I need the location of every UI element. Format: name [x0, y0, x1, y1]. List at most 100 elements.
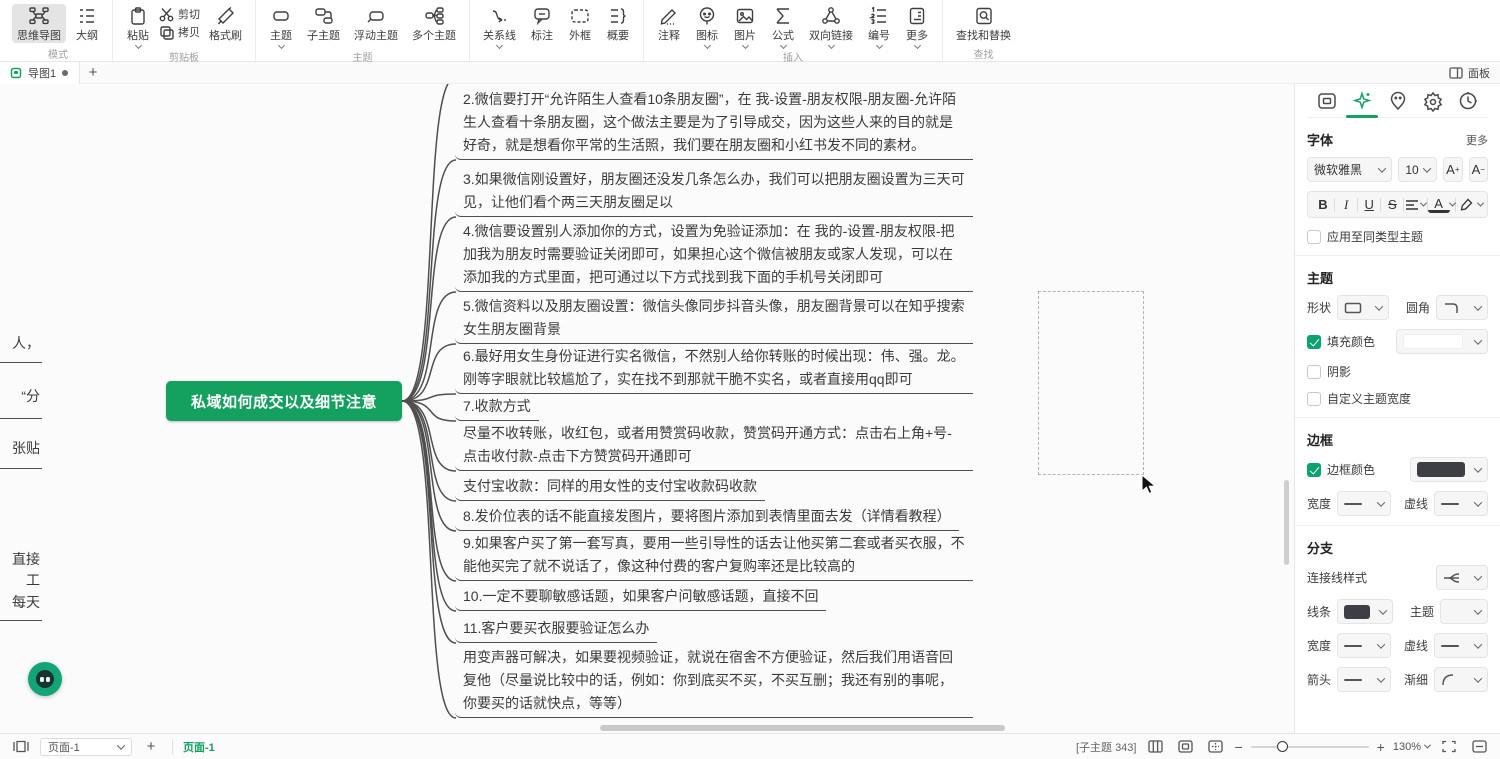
branch-width-select[interactable] [1337, 633, 1391, 658]
mindmap-node[interactable]: 9.如果客户买了第一套写真，要用一些引导性的话去让他买第二套或者买衣服，不能他买… [455, 532, 973, 581]
branch-line-color-select[interactable] [1337, 599, 1393, 624]
font-family-select[interactable]: 微软雅黑 [1307, 157, 1392, 182]
mindmap-node[interactable]: 7.收款方式 [455, 395, 539, 421]
mindmap-node[interactable]: 5.微信资料以及朋友圈设置：微信头像同步抖音头像，朋友圈背景可以在知乎搜索女生朋… [455, 295, 973, 344]
center-map-button[interactable] [1174, 740, 1196, 753]
branch-topic-select[interactable] [1440, 599, 1488, 624]
cut-button[interactable]: 剪切 [159, 6, 200, 22]
pages-overview-button[interactable] [10, 740, 32, 753]
horizontal-scrollbar[interactable] [600, 725, 1005, 731]
mindmap-node[interactable]: 支付宝收款：同样的用女性的支付宝收款码收款 [455, 475, 765, 501]
align-button[interactable] [1405, 194, 1427, 215]
border-color-select[interactable] [1410, 457, 1488, 482]
relationship-button[interactable]: 关系线 [478, 4, 521, 48]
zoom-in-button[interactable]: + [1377, 740, 1385, 754]
border-color-checkbox[interactable] [1307, 463, 1321, 477]
fit-screen-button[interactable] [1204, 740, 1226, 753]
fill-color-select[interactable] [1396, 329, 1488, 354]
bold-button[interactable]: B [1312, 194, 1334, 215]
font-size-select[interactable]: 10 [1398, 157, 1437, 182]
page-select-dropdown[interactable]: 页面-1 [40, 738, 132, 756]
zoom-level-dropdown[interactable]: 130% [1393, 741, 1430, 753]
outline-mode-button[interactable]: 大纲 [70, 4, 104, 43]
italic-button[interactable]: I [1335, 194, 1357, 215]
central-topic-node[interactable]: 私域如何成交以及细节注意 [166, 381, 402, 421]
tab-canvas-style[interactable] [1309, 84, 1344, 118]
vertical-scrollbar[interactable] [1284, 480, 1289, 565]
paste-button[interactable]: 粘贴 [121, 4, 155, 48]
cut-icon [159, 7, 174, 22]
panel-toggle[interactable]: 面板 [1449, 65, 1500, 81]
more-icon [907, 6, 927, 26]
custom-width-checkbox[interactable]: 自定义主题宽度 [1307, 390, 1488, 407]
tab-history[interactable] [1451, 84, 1486, 118]
mindmap-node[interactable]: 尽量不收转账，收红包，或者用赞赏码收款，赞赏码开通方式：点击右上角+号-点击收付… [455, 422, 973, 471]
note-button[interactable]: 注释 [652, 4, 686, 48]
shadow-checkbox[interactable]: 阴影 [1307, 363, 1488, 380]
mindmap-node[interactable]: 4.微信要设置别人添加你的方式，设置为免验证添加：在 我的-设置-朋友权限-把加… [455, 220, 973, 292]
add-page-button[interactable]: + [140, 738, 162, 755]
tab-sticker[interactable] [1415, 84, 1450, 118]
mindmap-node[interactable]: 2.微信要打开“允许陌生人查看10条朋友圈”，在 我-设置-朋友权限-朋友圈-允… [455, 88, 973, 160]
highlight-button[interactable] [1456, 194, 1478, 215]
font-decrease-button[interactable]: A− [1469, 157, 1488, 182]
image-button[interactable]: 图片 [728, 4, 762, 48]
apply-same-type-checkbox[interactable]: 应用至同类型主题 [1307, 228, 1488, 245]
subtopic-button[interactable]: 子主题 [302, 4, 345, 43]
image-icon [735, 6, 755, 26]
zoom-out-button[interactable]: − [1234, 740, 1242, 754]
font-more-link[interactable]: 更多 [1466, 132, 1488, 148]
zoom-slider[interactable] [1251, 746, 1369, 748]
fullscreen-button[interactable] [1438, 740, 1460, 753]
marker-button[interactable]: 图标 [690, 4, 724, 48]
group-label-annotate [478, 48, 635, 63]
mindmap-node[interactable]: 11.客户要买衣服要验证怎么办 [455, 617, 657, 643]
mindmap-node[interactable]: 10.一定不要聊敏感话题，如果客户问敏感话题，直接不回 [455, 585, 826, 611]
callout-button[interactable]: 标注 [525, 4, 559, 43]
tab-topic-style[interactable] [1344, 84, 1379, 118]
assistant-button[interactable] [28, 662, 62, 696]
multiple-topics-button[interactable]: 多个主题 [407, 4, 461, 43]
layout-columns-button[interactable] [1144, 740, 1166, 753]
mindmap-mode-button[interactable]: 思维导图 [12, 4, 66, 43]
connector-style-select[interactable] [1436, 565, 1488, 590]
mindmap-node[interactable]: 6.最好用女生身份证进行实名微信，不然别人给你转账的时候出现：伟、强。龙。刚等字… [455, 345, 973, 394]
selection-placeholder-box[interactable] [1038, 291, 1144, 475]
border-dash-select[interactable] [1434, 491, 1488, 516]
branch-dash-select[interactable] [1434, 633, 1488, 658]
find-replace-button[interactable]: 查找和替换 [951, 4, 1016, 43]
mindmap-canvas[interactable]: 私域如何成交以及细节注意 2.微信要打开“允许陌生人查看10条朋友圈”，在 我-… [0, 84, 1294, 733]
tab-marker[interactable] [1380, 84, 1415, 118]
split-view-button[interactable] [1468, 740, 1490, 753]
copy-button[interactable]: 拷贝 [159, 24, 200, 40]
mindmap-node[interactable]: 3.如果微信刚设置好，朋友圈还没发几条怎么办，我们可以把朋友圈设置为三天可见，让… [455, 168, 973, 217]
bidirectional-link-button[interactable]: 双向链接 [804, 4, 858, 48]
zoom-slider-knob[interactable] [1277, 741, 1288, 752]
clipped-left-node-line [0, 362, 42, 363]
font-increase-button[interactable]: A+ [1443, 157, 1462, 182]
group-label-clipboard: 剪贴板 [121, 48, 247, 64]
summary-button[interactable]: 概要 [601, 4, 635, 43]
new-tab-button[interactable]: + [80, 64, 106, 81]
border-width-select[interactable] [1337, 491, 1391, 516]
document-tab[interactable]: 导图1 [0, 62, 80, 84]
mindmap-node[interactable]: 8.发价位表的话不能直接发图片，要将图片添加到表情里面去发（详情看教程） [455, 505, 959, 531]
floating-topic-button[interactable]: 浮动主题 [349, 4, 403, 43]
more-button[interactable]: 更多 [900, 4, 934, 48]
formula-button[interactable]: 公式 [766, 4, 800, 48]
font-color-button[interactable]: A [1428, 196, 1450, 213]
underline-button[interactable]: U [1358, 194, 1380, 215]
active-page-tab[interactable]: 页面-1 [183, 739, 215, 755]
branch-arrow-select[interactable] [1337, 667, 1391, 692]
topic-button[interactable]: 主题 [264, 4, 298, 48]
corner-select[interactable] [1436, 295, 1488, 320]
boundary-button[interactable]: 外框 [563, 4, 597, 43]
mindmap-node[interactable]: 用变声器可解决，如果要视频验证，就说在宿舍不方便验证，然后我们用语音回复他（尽量… [455, 646, 973, 718]
branch-taper-select[interactable] [1434, 667, 1488, 692]
numbering-button[interactable]: 编号 [862, 4, 896, 48]
fill-color-checkbox[interactable] [1307, 335, 1321, 349]
strikethrough-button[interactable]: S [1381, 194, 1403, 215]
clipped-left-node: 人， [0, 332, 40, 355]
format-painter-button[interactable]: 格式刷 [204, 4, 247, 43]
shape-select[interactable] [1337, 295, 1389, 320]
